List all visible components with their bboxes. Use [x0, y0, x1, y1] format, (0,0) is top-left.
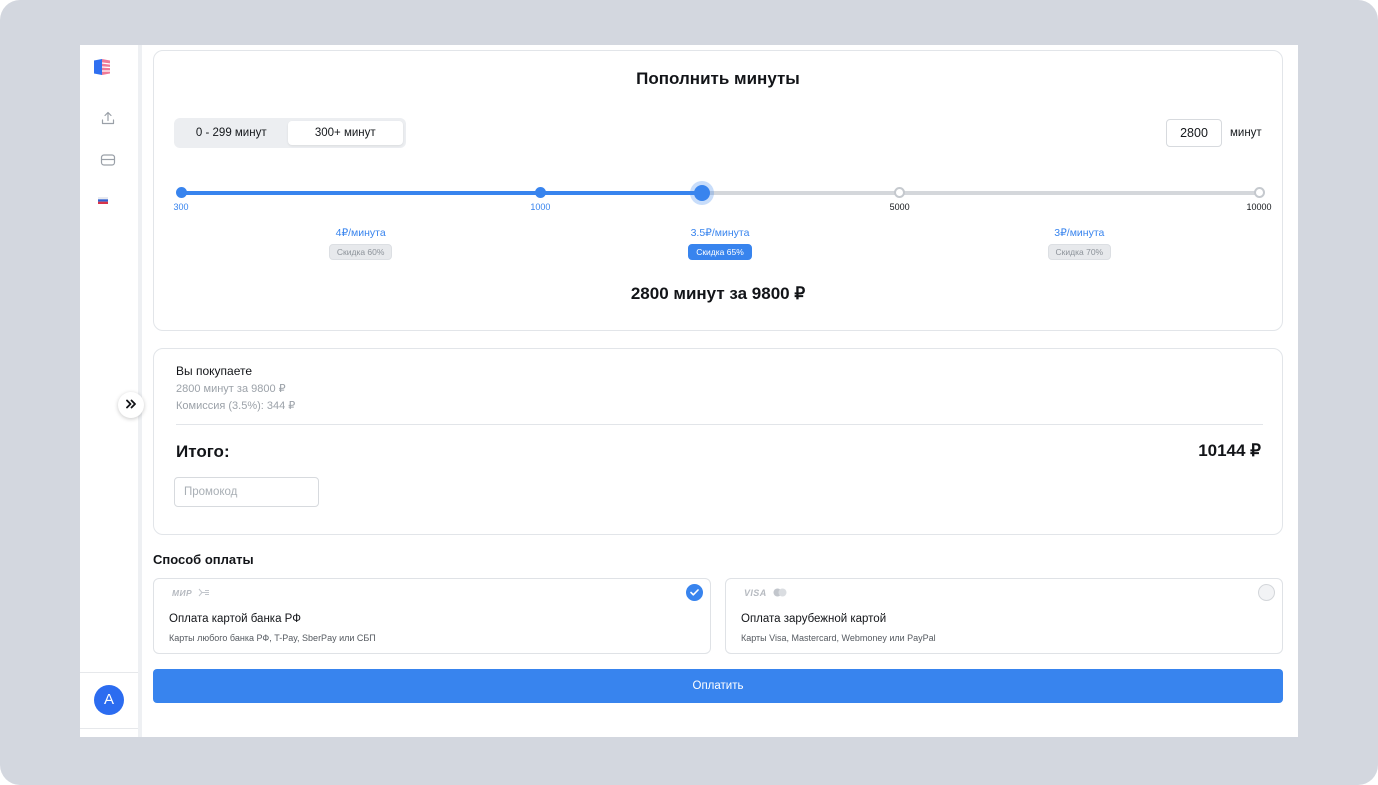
avatar[interactable]: A: [94, 685, 124, 715]
page-title: Пополнить минуты: [636, 69, 800, 88]
payment-radio[interactable]: [1258, 584, 1275, 601]
purchase-summary: 2800 минут за 9800 ₽: [630, 284, 806, 303]
payment-heading: Способ оплаты: [153, 552, 254, 567]
payment-method-subtitle: Карты любого банка РФ, T-Pay, SberPay ил…: [169, 633, 376, 643]
discount-badge: Скидка 70%: [1047, 244, 1112, 260]
slider-mark-label: 1000: [530, 202, 551, 212]
total-label: Итого:: [176, 442, 230, 461]
payment-method-foreign-card[interactable]: VISA Оплата зарубежной картой Карты Visa…: [725, 578, 1283, 654]
slider-fill: [181, 191, 703, 195]
slider-mark[interactable]: 1000: [520, 186, 560, 212]
tab-0-299-minutes[interactable]: 0 - 299 минут: [177, 121, 286, 145]
discount-badge: Скидка 60%: [328, 244, 393, 260]
tab-300-plus-minutes[interactable]: 300+ минут: [287, 121, 403, 145]
box-icon[interactable]: [100, 153, 116, 167]
payment-method-subtitle: Карты Visa, Mastercard, Webmoney или Pay…: [741, 633, 936, 643]
slider-mark-label: 10000: [1246, 202, 1272, 212]
price-tiers: 4₽/минута Скидка 60% 3.5₽/минута Скидка …: [181, 226, 1259, 260]
payment-radio[interactable]: [686, 584, 703, 601]
discount-badge: Скидка 65%: [688, 244, 752, 260]
tier-price: 3₽/минута: [1054, 227, 1105, 239]
payment-method-title: Оплата зарубежной картой: [741, 613, 887, 625]
slider-mark-label: 5000: [889, 202, 910, 212]
tier-price: 4₽/минута: [335, 227, 386, 239]
sidebar-divider: [80, 672, 138, 673]
chevrons-right-icon: [125, 396, 137, 414]
order-commission: Комиссия (3.5%): 344 ₽: [176, 400, 296, 412]
minutes-slider[interactable]: 300 1000 5000 10000: [173, 185, 1272, 212]
logo-icon[interactable]: [92, 57, 112, 77]
pay-button[interactable]: Оплатить: [153, 669, 1283, 703]
slider-mark[interactable]: 10000: [1239, 186, 1279, 212]
sidebar: A: [80, 45, 142, 737]
sbp-icon: [198, 584, 210, 602]
slider-mark-dot[interactable]: [894, 187, 906, 198]
slider-mark-label: 300: [173, 202, 189, 212]
order-card: Вы покупаете 2800 минут за 9800 ₽ Комисс…: [153, 348, 1283, 535]
payment-method-title: Оплата картой банка РФ: [169, 613, 301, 625]
order-heading: Вы покупаете: [176, 364, 253, 378]
slider-mark-dot[interactable]: [1253, 187, 1265, 198]
flag-ru-icon[interactable]: [98, 197, 108, 204]
slider-mark-dot[interactable]: [175, 187, 187, 198]
order-line-item: 2800 минут за 9800 ₽: [176, 383, 286, 395]
tier-price: 3.5₽/минута: [690, 227, 750, 239]
brand-logos: МИР: [172, 587, 210, 599]
topup-card: Пополнить минуты 0 - 299 минут 300+ мину…: [153, 50, 1283, 331]
check-icon: [690, 589, 699, 596]
promo-code-input[interactable]: [174, 477, 319, 507]
payment-method-ru-card[interactable]: МИР Оплата картой банка РФ Карты любого …: [153, 578, 711, 654]
minutes-input[interactable]: 2800: [1166, 119, 1222, 147]
visa-logo: VISA: [744, 588, 767, 598]
minutes-unit-label: минут: [1230, 127, 1262, 139]
price-tier: 3₽/минута Скидка 70%: [900, 226, 1259, 260]
brand-logos: VISA: [744, 587, 787, 599]
order-divider: [176, 424, 1263, 425]
upload-icon[interactable]: [100, 110, 116, 126]
total-value: 10144 ₽: [1198, 441, 1261, 460]
sidebar-expand-button[interactable]: [118, 392, 144, 418]
range-tabs: 0 - 299 минут 300+ минут: [174, 118, 406, 148]
app-window: A Пополнить минуты 0 - 299 минут 300+ ми…: [80, 45, 1298, 737]
mir-logo: МИР: [172, 588, 193, 598]
sidebar-divider: [80, 728, 138, 729]
slider-mark[interactable]: 5000: [880, 186, 920, 212]
price-tier: 4₽/минута Скидка 60%: [181, 226, 540, 260]
slider-thumb[interactable]: [694, 185, 711, 201]
mastercard-icon: [773, 584, 787, 602]
slider-mark-dot[interactable]: [534, 187, 546, 198]
price-tier: 3.5₽/минута Скидка 65%: [540, 226, 899, 260]
slider-mark[interactable]: 300: [161, 186, 201, 212]
